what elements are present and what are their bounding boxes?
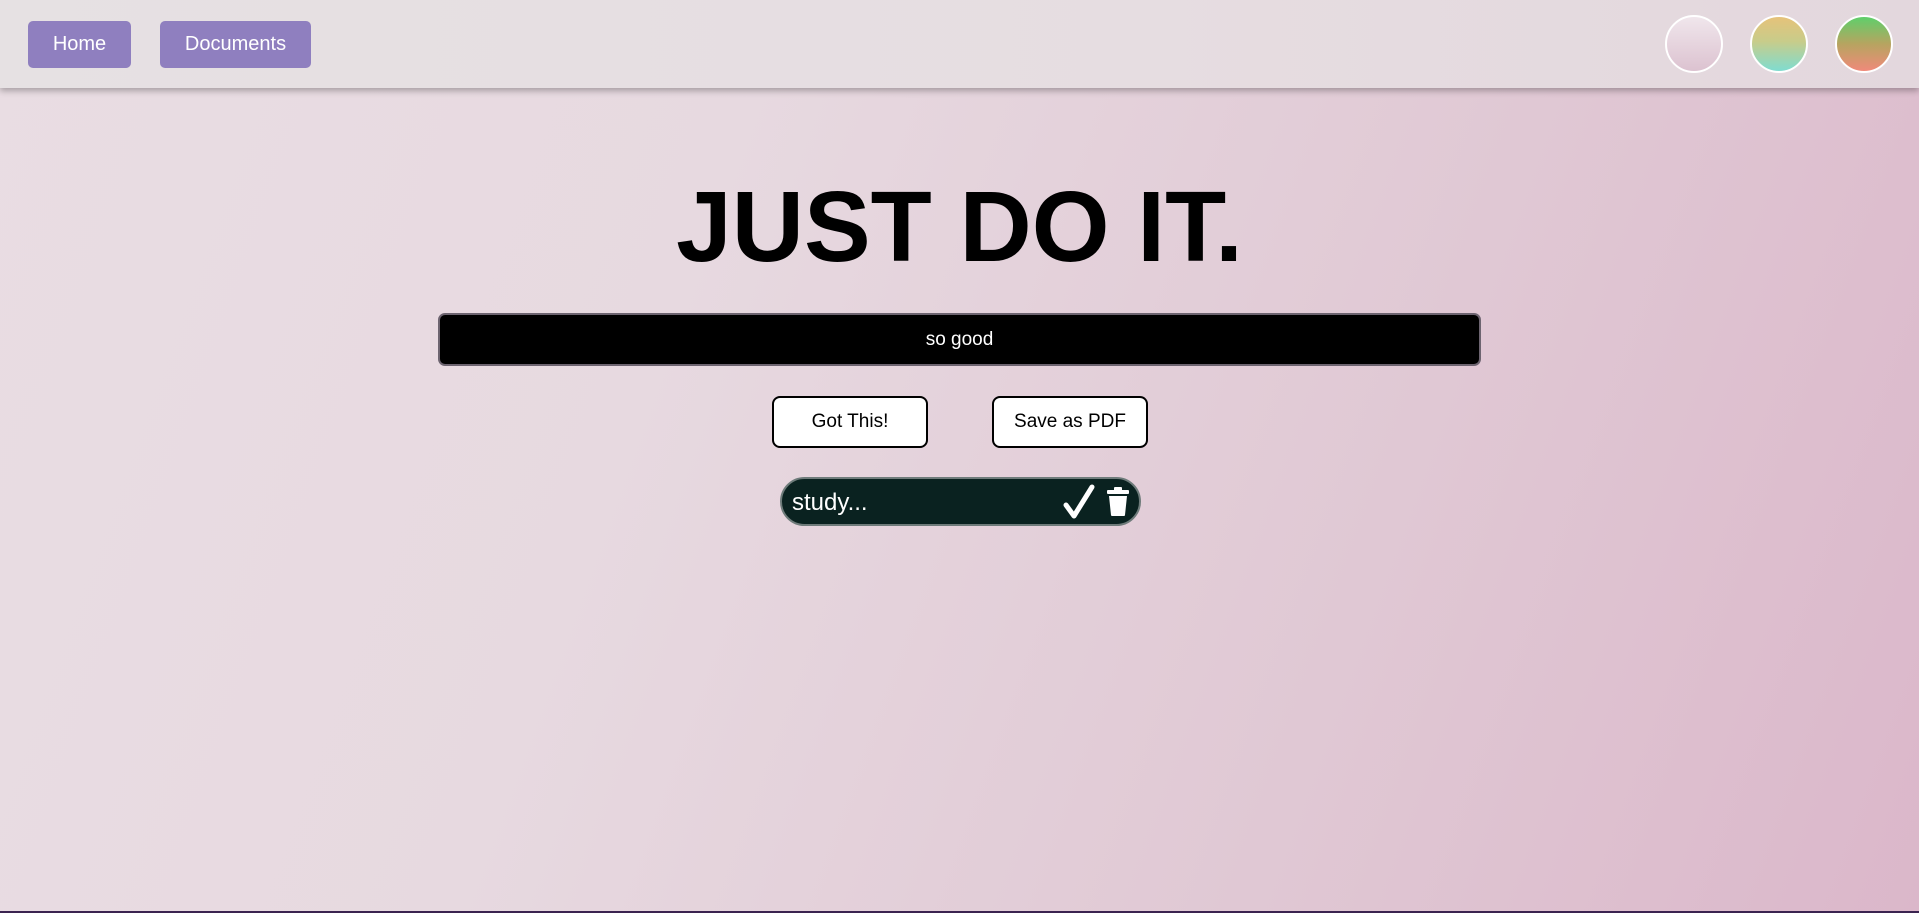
checkmark-icon[interactable]: [1062, 484, 1096, 520]
theme-gold-teal-swatch[interactable]: [1750, 15, 1808, 73]
theme-green-coral-swatch[interactable]: [1835, 15, 1893, 73]
task-input[interactable]: [438, 313, 1481, 366]
add-task-button[interactable]: Got This!: [772, 396, 928, 448]
documents-button[interactable]: Documents: [160, 21, 311, 68]
home-button[interactable]: Home: [28, 21, 131, 68]
page-title: JUST DO IT.: [676, 171, 1243, 283]
todo-item: study...: [780, 477, 1141, 526]
top-navbar: Home Documents: [0, 0, 1919, 88]
trash-icon[interactable]: [1106, 485, 1130, 517]
save-pdf-button[interactable]: Save as PDF: [992, 396, 1148, 448]
theme-pink-swatch[interactable]: [1665, 15, 1723, 73]
todo-text: study...: [792, 489, 868, 516]
